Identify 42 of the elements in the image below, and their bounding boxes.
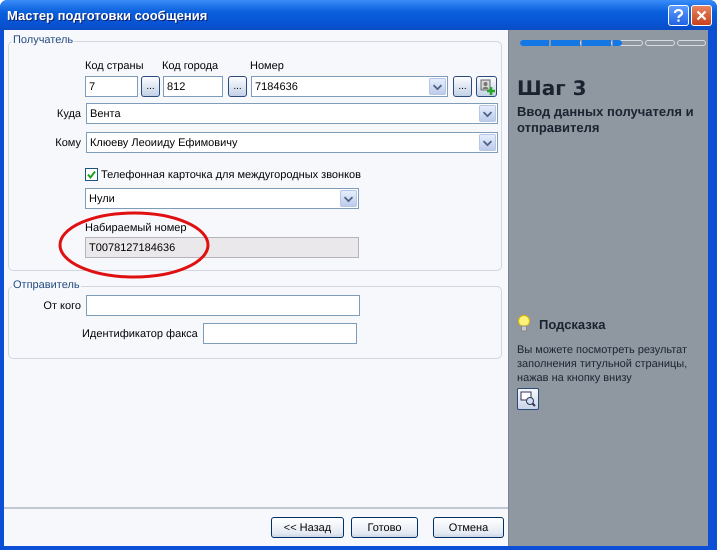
cancel-button[interactable]: Отмена (433, 517, 504, 538)
field-label: Кому (54, 136, 81, 148)
browse-button[interactable]: ... (141, 76, 160, 97)
preview-button[interactable] (517, 388, 539, 410)
lightbulb-icon (517, 315, 531, 333)
add-person-icon (478, 78, 494, 94)
back-button[interactable]: << Назад (271, 517, 344, 538)
field-label: Куда (56, 108, 81, 120)
add-contact-button[interactable] (476, 76, 497, 97)
field-label: От кого (42, 300, 81, 312)
preview-icon (520, 391, 536, 407)
combo-box[interactable]: 7184636 (251, 76, 448, 97)
group-legend: Отправитель (12, 279, 81, 291)
finish-button[interactable]: Готово (351, 517, 418, 538)
browse-button[interactable]: ... (453, 76, 472, 97)
browse-button[interactable]: ... (228, 76, 247, 97)
field-label: Идентификатор факса (82, 328, 198, 340)
checkbox[interactable] (85, 168, 98, 181)
help-button[interactable] (668, 4, 689, 26)
text-field[interactable]: 7 (85, 76, 138, 97)
text-field[interactable] (202, 323, 357, 344)
field-label: Код страны (85, 60, 145, 72)
hint-title: Подсказка (539, 316, 606, 332)
text-field[interactable] (86, 295, 360, 316)
combo-box[interactable]: Вента (86, 103, 498, 124)
close-button[interactable] (691, 4, 712, 26)
combo-box[interactable]: Нули (85, 188, 359, 209)
text-field: T0078127184636 (85, 237, 359, 258)
checkbox-label: Телефонная карточка для междугородных звонков (101, 168, 362, 180)
question-icon (673, 8, 684, 22)
group-legend: Получатель (12, 34, 74, 46)
field-label: Код города (162, 60, 220, 72)
field-label: Номер (250, 60, 284, 72)
text-field[interactable]: 812 (163, 76, 223, 97)
step-title: Шаг 3 (517, 76, 587, 100)
close-icon (696, 10, 707, 20)
step-description: Ввод данных получателя и отправителя (517, 104, 695, 136)
hint-text: Вы можете посмотреть результат заполнения титульной страницы, нажав на кнопку внизу (517, 343, 688, 385)
window-title: Мастер подготовки сообщения (7, 8, 208, 22)
combo-box[interactable]: Клюеву Леоииду Ефимовичу (86, 132, 498, 153)
checkmark-icon (87, 170, 96, 179)
field-label: Набираемый номер (85, 222, 187, 234)
